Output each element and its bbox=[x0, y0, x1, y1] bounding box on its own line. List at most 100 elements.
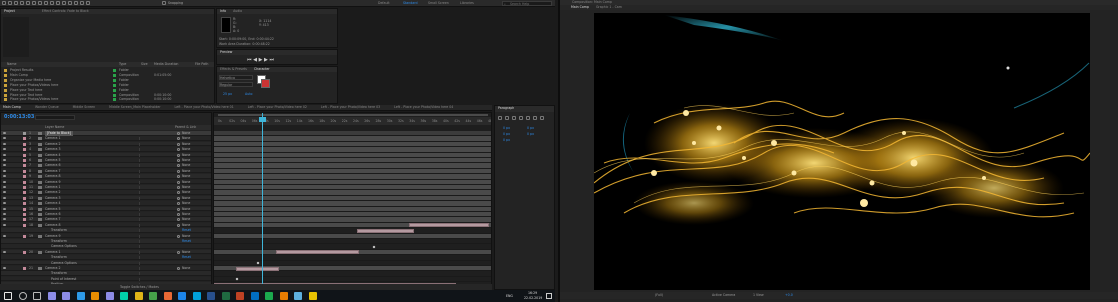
task-view-icon[interactable] bbox=[33, 292, 41, 300]
layer-switches[interactable] bbox=[139, 169, 169, 173]
pan-behind-tool-icon[interactable] bbox=[38, 1, 42, 5]
layer-duration-bar[interactable] bbox=[409, 223, 489, 228]
parent-pickwhip-icon[interactable] bbox=[177, 186, 180, 189]
layer-switches[interactable] bbox=[139, 240, 169, 243]
notes-icon[interactable] bbox=[308, 292, 317, 300]
layer-color-label[interactable] bbox=[23, 218, 26, 222]
layer-switches[interactable] bbox=[139, 207, 169, 211]
layer-name-header[interactable]: Layer Name bbox=[45, 125, 64, 129]
visibility-eye-icon[interactable] bbox=[3, 164, 6, 167]
parent-select[interactable]: None bbox=[182, 250, 190, 255]
layer-row[interactable]: 21 Camera 2 None bbox=[1, 266, 211, 271]
parent-select[interactable]: None bbox=[182, 212, 190, 217]
playhead[interactable] bbox=[262, 113, 263, 289]
notification-icon[interactable] bbox=[546, 293, 552, 299]
visibility-eye-icon[interactable] bbox=[3, 267, 6, 269]
viewer-tab-main-comp[interactable]: Main Comp bbox=[568, 5, 592, 10]
parent-select[interactable]: None bbox=[182, 174, 190, 179]
layer-switches[interactable] bbox=[139, 132, 169, 135]
hand-tool-icon[interactable] bbox=[14, 1, 18, 5]
layer-property-row[interactable]: Camera Options bbox=[1, 244, 211, 250]
type-tool-icon[interactable] bbox=[56, 1, 60, 5]
parent-select[interactable]: None bbox=[182, 163, 190, 168]
visibility-eye-icon[interactable] bbox=[3, 223, 6, 226]
justify-center-icon[interactable] bbox=[526, 116, 530, 120]
align-center-icon[interactable] bbox=[505, 116, 509, 120]
visibility-eye-icon[interactable] bbox=[3, 148, 6, 151]
layer-row[interactable]: 1 [Fade to Black] None bbox=[1, 131, 211, 136]
outlook-icon[interactable] bbox=[250, 292, 259, 300]
layer-row[interactable]: 20 Camera 1 None bbox=[1, 249, 211, 255]
parent-select[interactable]: Reset bbox=[182, 228, 191, 233]
layer-switches[interactable] bbox=[139, 229, 169, 233]
layer-color-label[interactable] bbox=[23, 267, 26, 270]
resolution-select[interactable]: (Full) bbox=[655, 293, 663, 297]
word-icon[interactable] bbox=[207, 292, 215, 300]
home-icon[interactable] bbox=[2, 1, 6, 5]
align-right-icon[interactable] bbox=[512, 116, 516, 120]
visibility-eye-icon[interactable] bbox=[3, 202, 6, 205]
tab-project[interactable]: Project bbox=[1, 9, 18, 14]
visibility-eye-icon[interactable] bbox=[3, 169, 6, 172]
selection-tool-icon[interactable] bbox=[8, 1, 12, 5]
snapping-checkbox[interactable] bbox=[162, 1, 166, 5]
camera-tool-icon[interactable] bbox=[32, 1, 36, 5]
layer-row[interactable]: 12 Camera 2 None bbox=[1, 190, 211, 196]
active-camera-select[interactable]: Active Camera bbox=[712, 293, 735, 297]
visibility-eye-icon[interactable] bbox=[3, 132, 6, 134]
layer-property-row[interactable]: Transform Reset bbox=[1, 239, 211, 244]
brush-tool-icon[interactable] bbox=[62, 1, 66, 5]
visibility-eye-icon[interactable] bbox=[3, 142, 6, 145]
col-type[interactable]: Type bbox=[119, 62, 126, 66]
tab-character[interactable]: Character bbox=[251, 67, 273, 72]
visibility-eye-icon[interactable] bbox=[3, 137, 6, 140]
timeline-tab[interactable]: Middle Screen bbox=[70, 105, 99, 110]
layer-switches[interactable] bbox=[139, 277, 169, 281]
layer-row[interactable]: 6 Camera 5 None bbox=[1, 158, 211, 163]
stamp-tool-icon[interactable] bbox=[68, 1, 72, 5]
layer-switches[interactable] bbox=[139, 142, 169, 146]
layer-row[interactable]: 8 Camera 7 None bbox=[1, 168, 211, 174]
space-before-field[interactable]: 0 px bbox=[527, 132, 534, 136]
playhead-handle[interactable] bbox=[259, 117, 266, 122]
layer-switches[interactable] bbox=[139, 234, 169, 238]
layer-row[interactable]: 10 Camera 9 None bbox=[1, 179, 211, 185]
play-icon[interactable]: ▶ bbox=[259, 57, 263, 63]
layer-property-row[interactable]: Transform Reset bbox=[1, 255, 211, 260]
parent-select[interactable]: None bbox=[182, 266, 190, 271]
search-icon[interactable] bbox=[18, 292, 27, 300]
parent-pickwhip-icon[interactable] bbox=[177, 207, 180, 211]
layer-property-row[interactable]: Camera Options bbox=[1, 260, 211, 266]
layer-color-label[interactable] bbox=[23, 164, 26, 168]
layer-row[interactable]: 5 Camera 4 None bbox=[1, 152, 211, 158]
layer-color-label[interactable] bbox=[23, 180, 26, 184]
layer-row[interactable]: 3 Camera 2 None bbox=[1, 141, 211, 147]
font-family-select[interactable]: Helvetica bbox=[219, 75, 253, 80]
timeline-tab[interactable]: Wonder Queue bbox=[32, 105, 62, 110]
parent-link-header[interactable]: Parent & Link bbox=[175, 125, 196, 129]
layer-color-label[interactable] bbox=[23, 202, 26, 206]
vlc-icon[interactable] bbox=[279, 292, 288, 300]
layer-duration-bar[interactable] bbox=[276, 250, 359, 255]
layer-switches[interactable] bbox=[139, 218, 169, 222]
layer-switches[interactable] bbox=[139, 245, 169, 249]
workspace-standard[interactable]: Standard bbox=[403, 1, 418, 5]
layer-duration-bar[interactable] bbox=[357, 228, 414, 233]
leading-field[interactable]: Auto bbox=[245, 92, 252, 96]
parent-select[interactable]: None bbox=[182, 136, 190, 141]
parent-pickwhip-icon[interactable] bbox=[177, 137, 180, 141]
space-after-field[interactable]: 0 px bbox=[503, 138, 510, 142]
taskbar-time[interactable]: 16:29 bbox=[528, 291, 537, 295]
project-item[interactable]: Place your Photos/Videos here Composition… bbox=[1, 97, 214, 102]
layer-color-label[interactable] bbox=[23, 137, 26, 141]
tab-paragraph[interactable]: Paragraph bbox=[495, 106, 517, 111]
parent-select[interactable]: None bbox=[182, 153, 190, 158]
exposure-value[interactable]: +0.0 bbox=[785, 293, 793, 297]
timeline-tab[interactable]: Left - Place your Photo/Video here 03 bbox=[318, 105, 383, 110]
parent-select[interactable]: None bbox=[182, 223, 190, 228]
premiere-icon[interactable] bbox=[62, 292, 70, 300]
parent-select[interactable]: None bbox=[182, 196, 190, 201]
parent-select[interactable]: None bbox=[182, 207, 190, 212]
spotify-icon[interactable] bbox=[265, 292, 273, 300]
font-size-field[interactable]: 25 px bbox=[223, 92, 232, 96]
